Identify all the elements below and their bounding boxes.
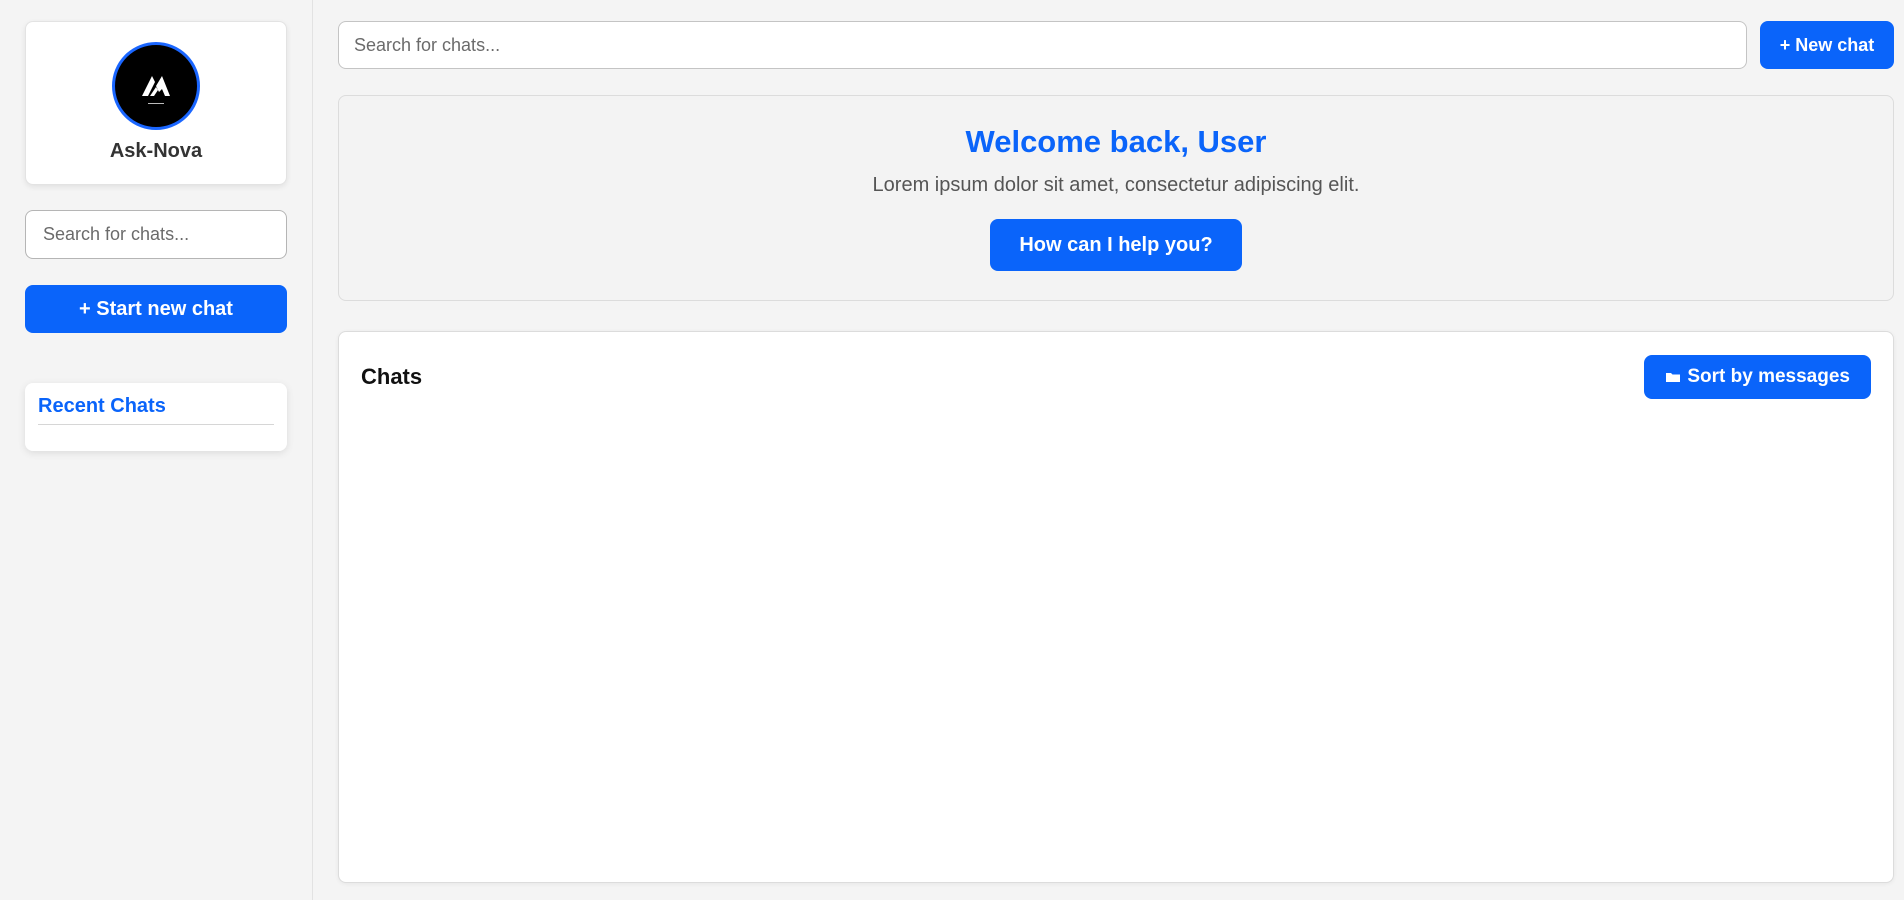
welcome-title: Welcome back, User: [965, 124, 1267, 159]
folder-icon: [1666, 373, 1681, 382]
sort-button-label: Sort by messages: [1687, 366, 1850, 387]
new-chat-button[interactable]: + New chat: [1760, 21, 1894, 69]
profile-card: Ask-Nova: [25, 21, 287, 185]
chats-header: Chats Sort by messages: [361, 355, 1871, 399]
app-name: Ask-Nova: [109, 140, 203, 162]
chats-title: Chats: [361, 364, 423, 389]
main-content: + New chat Welcome back, User Lorem ipsu…: [313, 0, 1904, 900]
top-bar: + New chat: [338, 21, 1895, 69]
welcome-subtitle: Lorem ipsum dolor sit amet, consectetur …: [872, 174, 1360, 196]
help-button[interactable]: How can I help you?: [990, 219, 1242, 271]
top-search-input[interactable]: [338, 21, 1747, 69]
recent-chats-title: Recent Chats: [38, 395, 274, 425]
welcome-banner: Welcome back, User Lorem ipsum dolor sit…: [338, 95, 1894, 301]
app-logo-icon: [142, 76, 170, 104]
avatar[interactable]: [112, 42, 200, 130]
sidebar-search-input[interactable]: [25, 210, 287, 259]
app-root: Ask-Nova + Start new chat Recent Chats +…: [0, 0, 1904, 900]
start-new-chat-button[interactable]: + Start new chat: [25, 285, 287, 333]
chats-panel: Chats Sort by messages: [338, 331, 1894, 883]
recent-chats-card: Recent Chats: [25, 383, 287, 451]
sort-by-messages-button[interactable]: Sort by messages: [1644, 355, 1871, 399]
sidebar: Ask-Nova + Start new chat Recent Chats: [0, 0, 313, 900]
